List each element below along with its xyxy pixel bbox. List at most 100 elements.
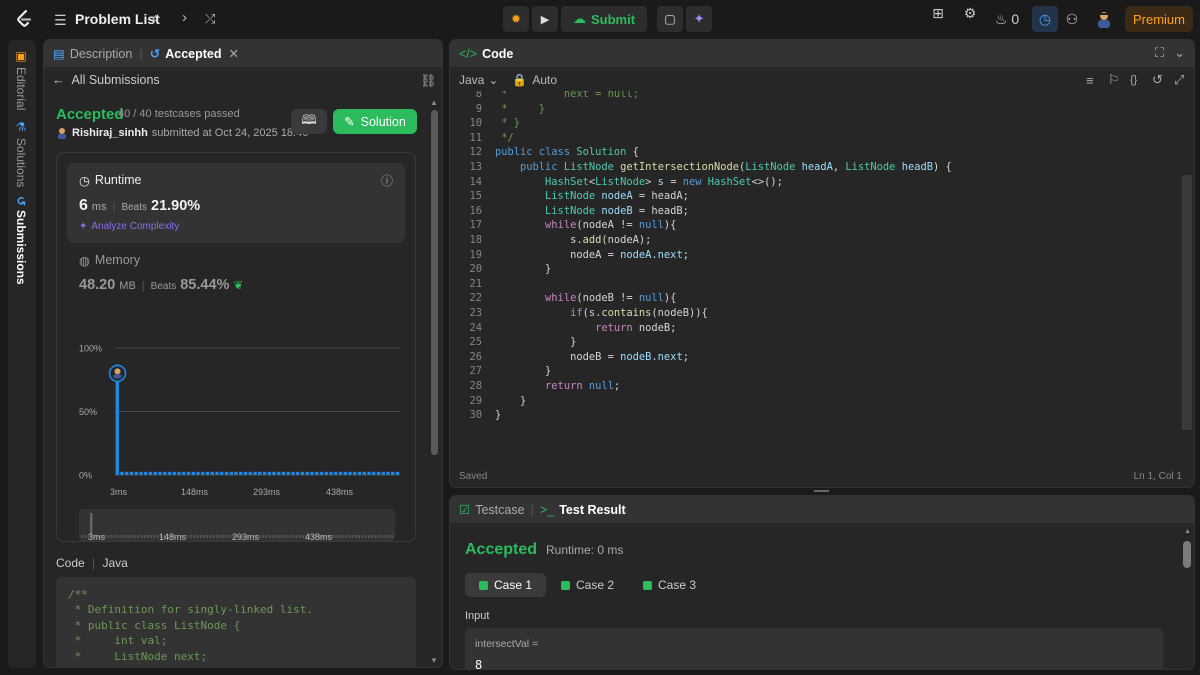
tab-submissions[interactable]: ↺ Submissions — [14, 196, 28, 285]
format-icon[interactable]: ≡ — [1086, 73, 1094, 88]
run-button[interactable]: ▶ — [532, 6, 558, 32]
timer-icon[interactable]: ◷ — [1032, 6, 1058, 32]
all-submissions-link[interactable]: ← All Submissions — [52, 73, 160, 87]
avatar[interactable] — [1094, 6, 1114, 32]
cloud-upload-icon: ☁ — [573, 11, 586, 26]
scroll-up-icon[interactable]: ▲ — [1184, 528, 1191, 535]
tab-code[interactable]: </> Code — [459, 47, 513, 61]
language-select[interactable]: Java ⌄ — [459, 73, 498, 87]
prev-problem-icon[interactable]: ‹ — [152, 9, 157, 26]
code-line[interactable]: 10 * } — [450, 117, 1180, 132]
chart-bar — [348, 471, 352, 475]
layout-icon[interactable]: ⊞ — [928, 0, 948, 26]
submitted-time: submitted at Oct 24, 2025 18:46 — [151, 127, 309, 139]
premium-button[interactable]: Premium — [1125, 6, 1193, 32]
brush-bar — [354, 535, 357, 538]
debug-button[interactable]: ✹ — [503, 6, 529, 32]
code-line[interactable]: 19 nodeA = nodeA.next; — [450, 249, 1180, 264]
code-line[interactable]: 26 nodeB = nodeB.next; — [450, 351, 1180, 366]
code-line[interactable]: 25 } — [450, 336, 1180, 351]
code-line[interactable]: 29 } — [450, 395, 1180, 410]
line-text: s.add(nodeA); — [495, 234, 652, 246]
maximize-icon[interactable]: ⛶ — [1155, 45, 1164, 61]
code-line[interactable]: 22 while(nodeB != null){ — [450, 292, 1180, 307]
shuffle-icon[interactable]: ⤮ — [205, 11, 215, 27]
submit-button[interactable]: ☁ Submit — [561, 6, 648, 32]
brush-bar — [153, 535, 156, 538]
editorial-button[interactable]: 🕮 — [291, 109, 327, 134]
code-line[interactable]: 14 HashSet<ListNode> s = new HashSet<>()… — [450, 176, 1180, 191]
panel-resize-handle[interactable] — [814, 490, 829, 492]
brush-bar — [371, 535, 374, 538]
code-line[interactable]: 30} — [450, 409, 1180, 424]
test-scrollbar[interactable] — [1183, 541, 1191, 568]
user-avatar-marker — [114, 368, 121, 375]
code-line[interactable]: 17 while(nodeA != null){ — [450, 219, 1180, 234]
submission-status: Accepted — [56, 106, 124, 123]
line-number: 26 — [469, 350, 482, 363]
reset-icon[interactable]: ↺ — [1152, 72, 1163, 88]
code-line[interactable]: 16 ListNode nodeB = headB; — [450, 205, 1180, 220]
add-user-icon[interactable]: ⚇ — [1062, 6, 1082, 32]
chevron-down-icon[interactable]: ⌄ — [1174, 45, 1185, 61]
code-line[interactable]: 9 * } — [450, 103, 1180, 118]
tab-test-result[interactable]: >_ Test Result — [540, 503, 626, 517]
tab-solutions[interactable]: ⚗ Solutions — [14, 120, 28, 187]
notes-button[interactable]: ▢ — [657, 6, 684, 32]
code-line[interactable]: 18 s.add(nodeA); — [450, 234, 1180, 249]
runtime-distribution-chart[interactable]: 100% 50% 0% 3ms 148ms 293ms 438ms 3ms 148ms 293ms… — [57, 153, 417, 543]
problem-list-icon[interactable]: ☰ — [54, 12, 67, 29]
gear-icon[interactable]: ⚙ — [960, 0, 980, 26]
tab-testcase[interactable]: ☑ Testcase — [459, 502, 525, 518]
close-icon[interactable]: ✕ — [229, 46, 239, 61]
code-line[interactable]: 15 ListNode nodeA = headA; — [450, 190, 1180, 205]
ai-button[interactable]: ✦ — [686, 6, 713, 32]
brush-bar — [275, 535, 278, 538]
username[interactable]: Rishiraj_sinhh — [72, 127, 148, 139]
code-line[interactable]: 28 return null; — [450, 380, 1180, 395]
bookmark-icon[interactable]: ⚐ — [1108, 72, 1120, 88]
chart-bar — [367, 471, 371, 475]
code-line[interactable]: 20 } — [450, 263, 1180, 278]
scroll-up-icon[interactable]: ▲ — [430, 98, 438, 107]
code-line[interactable]: 23 if(s.contains(nodeB)){ — [450, 307, 1180, 322]
test-runtime: Runtime: 0 ms — [546, 543, 624, 557]
line-number: 30 — [469, 409, 482, 422]
brush-bar — [364, 535, 367, 538]
tab-editorial[interactable]: ▣ Editorial — [14, 49, 28, 110]
code-line[interactable]: 27 } — [450, 365, 1180, 380]
test-result-panel: ☑ Testcase | >_ Test Result Accepted Run… — [449, 495, 1195, 670]
scrollbar[interactable] — [431, 110, 438, 455]
code-line[interactable]: 8 * next = null; — [450, 91, 1180, 103]
code-editor[interactable]: 8 * next = null; 9 * } 10 * } 11 */12 public… — [450, 91, 1180, 471]
tab-description[interactable]: ▤ Description — [53, 46, 132, 62]
share-link-icon[interactable]: ⛓ — [420, 73, 437, 89]
chart-bar — [262, 471, 267, 475]
tab-accepted[interactable]: ↺ Accepted ✕ — [149, 46, 239, 62]
code-line[interactable]: 21 — [450, 278, 1180, 293]
submission-panel: ▤ Description | ↺ Accepted ✕ ← All Submi… — [43, 39, 443, 668]
problem-list-link[interactable]: Problem List — [75, 11, 160, 27]
case-2-button[interactable]: Case 2 — [547, 573, 628, 597]
expand-icon[interactable]: ⤢ — [1174, 72, 1184, 88]
leetcode-logo-icon[interactable] — [14, 9, 34, 29]
braces-icon[interactable]: {} — [1130, 74, 1137, 86]
code-line[interactable]: 24 return nodeB; — [450, 322, 1180, 337]
var-label: intersectVal = — [475, 638, 539, 650]
solution-button[interactable]: ✎ Solution — [333, 109, 417, 134]
code-line[interactable]: 11 */ — [450, 132, 1180, 147]
scroll-down-icon[interactable]: ▼ — [430, 656, 438, 665]
code-editor-panel: </> Code ⛶ ⌄ Java ⌄ 🔒 Auto ≡ ⚐ {} ↺ ⤢ 8 … — [449, 39, 1195, 488]
case-1-button[interactable]: Case 1 — [465, 573, 547, 597]
brush-tick-label: 438ms — [305, 532, 333, 542]
next-problem-icon[interactable]: › — [182, 9, 187, 26]
editor-scrollbar[interactable] — [1182, 175, 1192, 430]
code-line[interactable]: 12 public class Solution { — [450, 146, 1180, 161]
chart-bar — [372, 471, 376, 475]
code-line[interactable]: 13 public ListNode getIntersectionNode(L… — [450, 161, 1180, 176]
auto-mode[interactable]: 🔒 Auto — [512, 73, 557, 87]
history-icon: ↺ — [149, 47, 161, 61]
streak-counter[interactable]: ♨ 0 — [992, 6, 1022, 32]
case-3-button[interactable]: Case 3 — [629, 573, 710, 597]
tab-divider: | — [530, 502, 534, 517]
